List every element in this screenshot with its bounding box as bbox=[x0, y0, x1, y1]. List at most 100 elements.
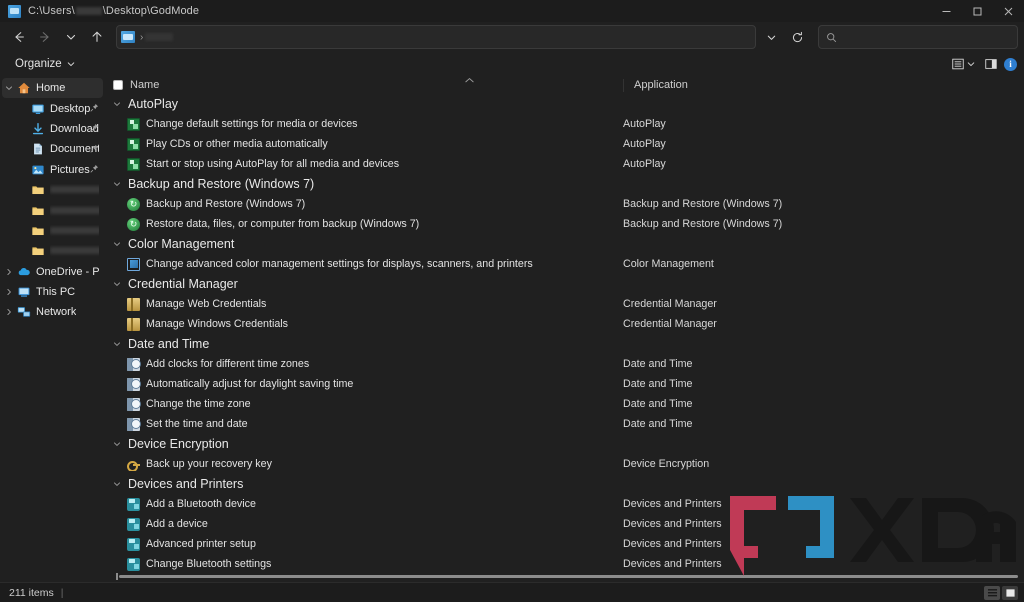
list-item[interactable]: Change advanced color management setting… bbox=[105, 254, 1024, 274]
sidebar-item-desktop[interactable]: Desktop bbox=[2, 98, 103, 118]
info-icon[interactable]: i bbox=[1004, 58, 1017, 71]
group-header[interactable]: Color Management bbox=[105, 234, 1024, 254]
list-item-name-cell: Restore data, files, or computer from ba… bbox=[105, 218, 623, 231]
list-item[interactable]: Set the time and dateDate and Time bbox=[105, 414, 1024, 434]
back-button[interactable] bbox=[6, 24, 32, 50]
list-item-label: Add clocks for different time zones bbox=[146, 358, 309, 370]
list-item[interactable]: Add a deviceDevices and Printers bbox=[105, 514, 1024, 534]
breadcrumb-separator-icon: › bbox=[138, 32, 145, 43]
list-item-label: Play CDs or other media automatically bbox=[146, 138, 328, 150]
organize-label: Organize bbox=[15, 58, 62, 70]
column-header-row: Name Application bbox=[105, 76, 1024, 94]
close-button[interactable] bbox=[993, 0, 1024, 22]
sidebar-item-network[interactable]: Network bbox=[2, 302, 103, 322]
group-header-label: Backup and Restore (Windows 7) bbox=[128, 177, 314, 191]
scrollbar-left-cap bbox=[116, 573, 118, 580]
refresh-icon[interactable] bbox=[784, 24, 810, 50]
list-item[interactable]: Automatically adjust for daylight saving… bbox=[105, 374, 1024, 394]
search-box[interactable] bbox=[818, 25, 1018, 49]
list-item[interactable]: Manage Web CredentialsCredential Manager bbox=[105, 294, 1024, 314]
chevron-down-icon[interactable] bbox=[113, 180, 123, 188]
list-item-label: Automatically adjust for daylight saving… bbox=[146, 378, 353, 390]
list-item[interactable]: Change Bluetooth settingsDevices and Pri… bbox=[105, 554, 1024, 572]
chevron-down-icon[interactable] bbox=[113, 440, 123, 448]
pin-icon[interactable] bbox=[90, 144, 99, 155]
search-icon bbox=[826, 32, 837, 43]
horizontal-scrollbar-thumb[interactable] bbox=[119, 575, 1018, 578]
chevron-down-icon bbox=[67, 60, 75, 68]
sidebar-item-documents[interactable]: Documents bbox=[2, 139, 103, 159]
minimize-button[interactable] bbox=[931, 0, 962, 22]
list-item[interactable]: Restore data, files, or computer from ba… bbox=[105, 214, 1024, 234]
list-item-label: Change advanced color management setting… bbox=[146, 258, 533, 270]
list-item[interactable]: Change default settings for media or dev… bbox=[105, 114, 1024, 134]
sidebar-item-onedrive-personal[interactable]: OneDrive - Personal bbox=[2, 262, 103, 282]
select-all-checkbox[interactable] bbox=[113, 80, 123, 90]
group-header[interactable]: Devices and Printers bbox=[105, 474, 1024, 494]
sidebar-item-this-pc[interactable]: This PC bbox=[2, 282, 103, 302]
maximize-button[interactable] bbox=[962, 0, 993, 22]
details-pane-icon bbox=[984, 57, 998, 71]
group-header[interactable]: Backup and Restore (Windows 7) bbox=[105, 174, 1024, 194]
address-dropdown-button[interactable] bbox=[758, 24, 784, 50]
pin-icon[interactable] bbox=[90, 164, 99, 175]
download-icon bbox=[30, 121, 45, 136]
horizontal-scrollbar[interactable] bbox=[105, 572, 1024, 582]
list-item[interactable]: Start or stop using AutoPlay for all med… bbox=[105, 154, 1024, 174]
sidebar-item-folder-8[interactable] bbox=[2, 241, 103, 261]
autoplay-icon bbox=[127, 118, 140, 131]
list-item[interactable]: Advanced printer setupDevices and Printe… bbox=[105, 534, 1024, 554]
details-pane-button[interactable] bbox=[981, 54, 1001, 74]
up-button[interactable] bbox=[84, 24, 110, 50]
chevron-right-icon[interactable] bbox=[2, 288, 16, 296]
view-button[interactable] bbox=[948, 54, 978, 74]
large-icons-view-button[interactable] bbox=[1002, 586, 1018, 600]
sidebar-item-pictures[interactable]: Pictures bbox=[2, 160, 103, 180]
list-item-name-cell: Start or stop using AutoPlay for all med… bbox=[105, 158, 623, 171]
group-header[interactable]: AutoPlay bbox=[105, 94, 1024, 114]
group-header-label: Date and Time bbox=[128, 337, 209, 351]
recent-locations-button[interactable] bbox=[58, 24, 84, 50]
chevron-right-icon[interactable] bbox=[2, 268, 16, 276]
list-item[interactable]: Change the time zoneDate and Time bbox=[105, 394, 1024, 414]
network-icon bbox=[16, 305, 31, 320]
chevron-down-icon[interactable] bbox=[113, 480, 123, 488]
group-header[interactable]: Credential Manager bbox=[105, 274, 1024, 294]
chevron-down-icon[interactable] bbox=[113, 280, 123, 288]
pictures-icon bbox=[30, 162, 45, 177]
details-view-button[interactable] bbox=[984, 586, 1000, 600]
pin-icon[interactable] bbox=[90, 123, 99, 134]
sidebar-item-folder-7[interactable] bbox=[2, 221, 103, 241]
chevron-down-icon[interactable] bbox=[113, 100, 123, 108]
organize-button[interactable]: Organize bbox=[8, 56, 82, 72]
list-item[interactable]: Play CDs or other media automaticallyAut… bbox=[105, 134, 1024, 154]
list-item-label: Manage Web Credentials bbox=[146, 298, 266, 310]
list-item[interactable]: Manage Windows CredentialsCredential Man… bbox=[105, 314, 1024, 334]
forward-button[interactable] bbox=[32, 24, 58, 50]
group-header[interactable]: Date and Time bbox=[105, 334, 1024, 354]
chevron-right-icon[interactable] bbox=[2, 308, 16, 316]
address-bar-actions bbox=[758, 24, 810, 50]
chevron-down-icon[interactable] bbox=[113, 240, 123, 248]
column-header-application[interactable]: Application bbox=[623, 79, 688, 92]
sidebar-item-downloads[interactable]: Downloads bbox=[2, 119, 103, 139]
list-item[interactable]: Add clocks for different time zonesDate … bbox=[105, 354, 1024, 374]
list-item-label: Add a Bluetooth device bbox=[146, 498, 256, 510]
sidebar-item-folder-6[interactable] bbox=[2, 200, 103, 220]
chevron-down-icon[interactable] bbox=[2, 84, 16, 92]
pin-icon[interactable] bbox=[90, 103, 99, 114]
credential-icon bbox=[127, 298, 140, 311]
address-bar[interactable]: › bbox=[116, 25, 756, 49]
group-header[interactable]: Device Encryption bbox=[105, 434, 1024, 454]
list-item[interactable]: Back up your recovery keyDevice Encrypti… bbox=[105, 454, 1024, 474]
sidebar-item-folder-5[interactable] bbox=[2, 180, 103, 200]
list-item[interactable]: Backup and Restore (Windows 7)Backup and… bbox=[105, 194, 1024, 214]
column-header-name[interactable]: Name bbox=[113, 79, 623, 91]
sidebar-item-label bbox=[50, 225, 99, 237]
group-header-label: AutoPlay bbox=[128, 97, 178, 111]
toolbar-right-group: i bbox=[948, 52, 1017, 76]
chevron-down-icon[interactable] bbox=[113, 340, 123, 348]
autoplay-icon bbox=[127, 138, 140, 151]
list-item[interactable]: Add a Bluetooth deviceDevices and Printe… bbox=[105, 494, 1024, 514]
sidebar-item-home[interactable]: Home bbox=[2, 78, 103, 98]
